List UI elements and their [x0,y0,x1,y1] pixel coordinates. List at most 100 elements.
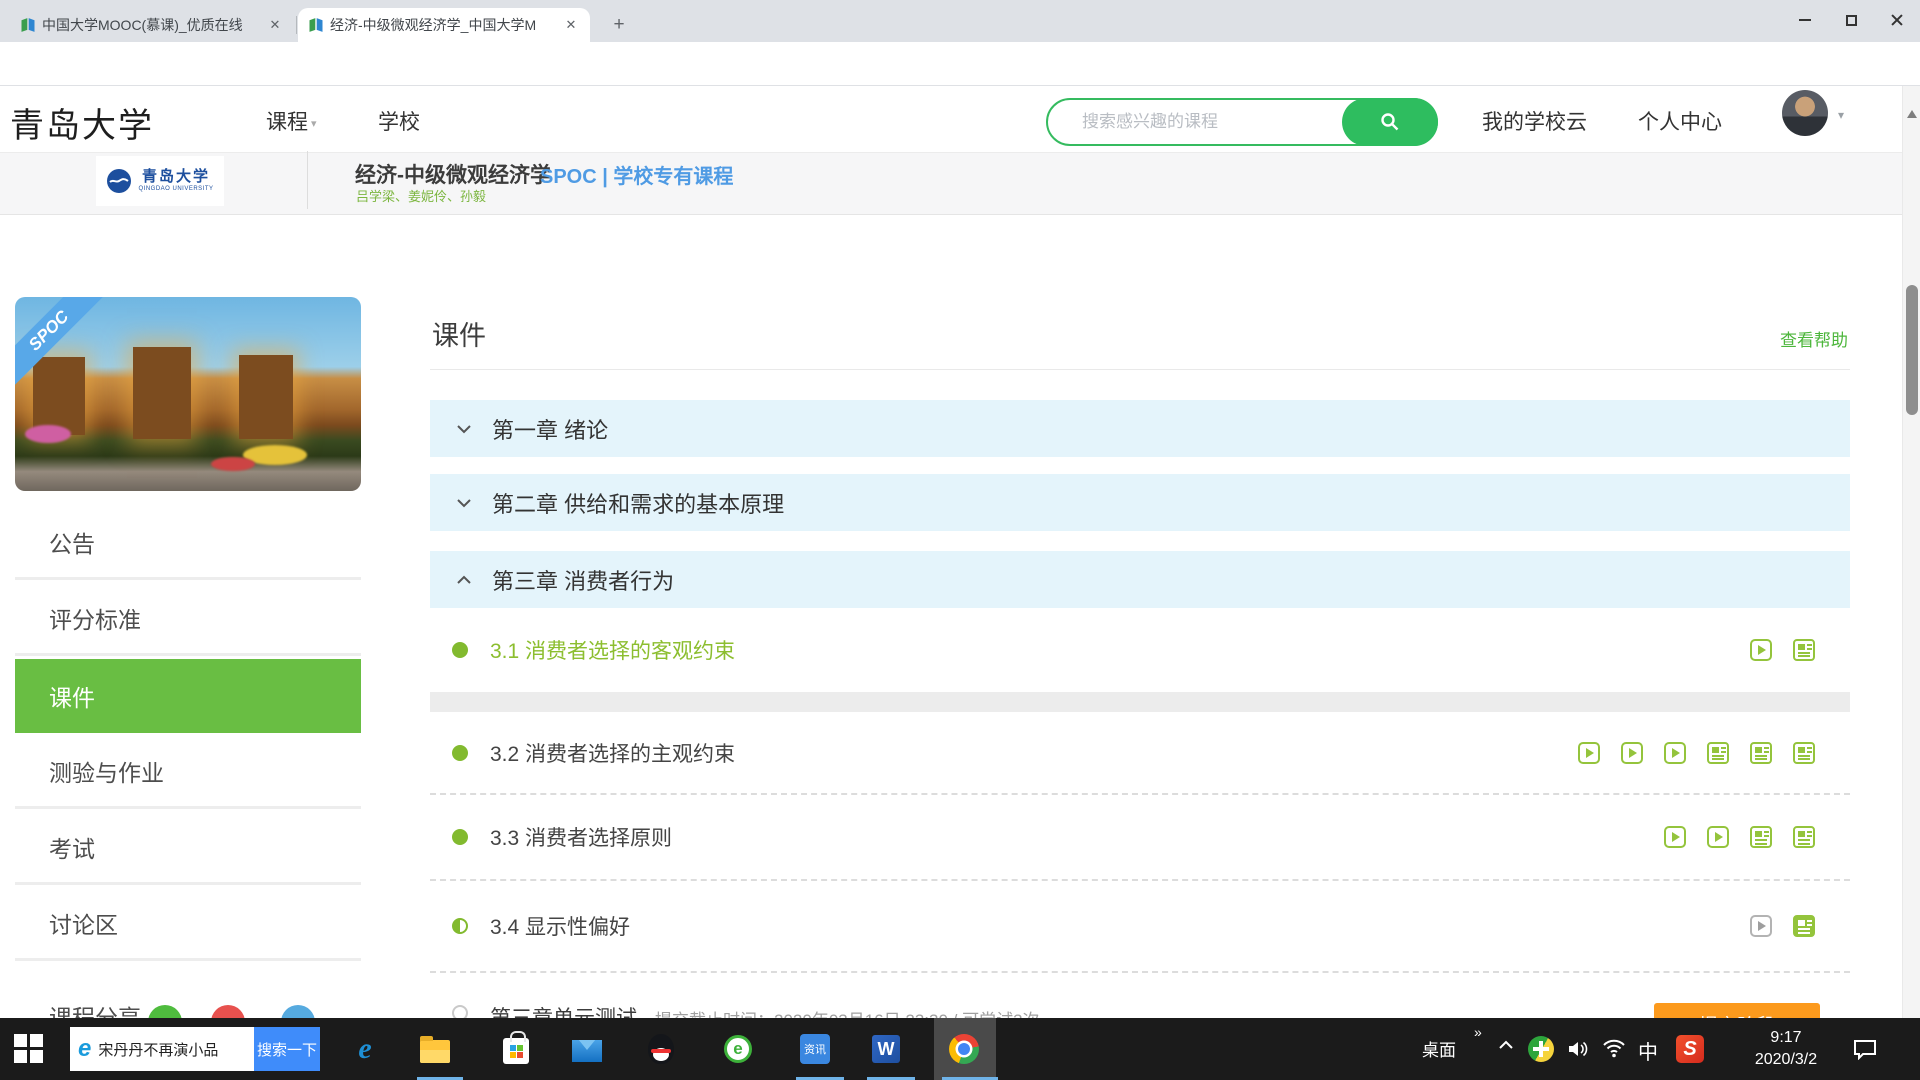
taskbar-search-box[interactable]: e 宋丹丹不再演小品 搜索一下 [70,1027,320,1071]
document-icon[interactable] [1793,742,1815,764]
tab-close-icon[interactable]: ✕ [266,16,284,34]
action-center-icon[interactable] [1852,1038,1878,1060]
scrollbar-up-arrow[interactable] [1907,110,1917,118]
ime-indicator[interactable]: 中 [1638,1036,1658,1065]
course-instructors[interactable]: 吕学梁、姜妮伶、孙毅 [356,186,486,205]
sidebar-item-label: 评分标准 [49,601,141,635]
nav-menu-schools[interactable]: 学校 [378,106,420,136]
sidebar-item-exams[interactable]: 考试 [15,812,361,885]
window-maximize-button[interactable] [1828,0,1874,40]
video-play-icon[interactable] [1707,826,1729,848]
chapter-label: 第二章 供给和需求的基本原理 [492,487,784,519]
document-icon[interactable] [1750,742,1772,764]
tab-close-icon[interactable]: ✕ [562,16,580,34]
school-logo-text: 青岛大学 QINGDAO UNIVERSITY [138,169,213,192]
progress-complete-dot [452,642,468,658]
window-minimize-button[interactable] [1782,0,1828,40]
news-app-icon[interactable]: 资讯 [800,1034,830,1064]
tray-chevron-up-icon[interactable] [1498,1040,1514,1050]
document-icon[interactable] [1793,639,1815,661]
sidebar-item-label: 讨论区 [49,906,118,940]
chrome-icon[interactable] [949,1034,979,1064]
search-input[interactable] [1082,106,1332,138]
chevron-down-icon [456,498,472,508]
lesson-row-3-4[interactable]: 3.4 显示性偏好 [430,881,1850,973]
toolbar-overflow-icon[interactable]: » [1474,1024,1482,1040]
video-play-icon[interactable] [1664,826,1686,848]
site-brand[interactable]: 青岛大学 [10,98,154,147]
maximize-icon [1846,15,1857,26]
taskbar-search-button[interactable]: 搜索一下 [254,1027,320,1071]
taskbar-search-text[interactable]: 宋丹丹不再演小品 [98,1039,254,1060]
wifi-icon[interactable] [1602,1038,1626,1058]
lesson-label[interactable]: 3.1 消费者选择的客观约束 [490,635,735,665]
school-name-cn: 青岛大学 [138,169,213,186]
sidebar-item-quizzes[interactable]: 测验与作业 [15,736,361,809]
sidebar-item-forum[interactable]: 讨论区 [15,888,361,961]
sidebar-item-label: 考试 [49,830,95,864]
microsoft-store-icon[interactable] [501,1034,531,1064]
word-glyph: W [872,1035,900,1063]
sogou-tray-icon[interactable]: S [1676,1035,1704,1063]
document-icon[interactable] [1707,742,1729,764]
desktop-toolbar[interactable]: 桌面 [1422,1036,1456,1061]
video-play-icon[interactable] [1621,742,1643,764]
video-play-icon[interactable] [1664,742,1686,764]
nav-schools-label: 学校 [378,111,420,134]
lesson-row-3-2[interactable]: 3.2 消费者选择的主观约束 [430,712,1850,795]
browser-360-icon[interactable]: e [723,1034,753,1064]
document-icon[interactable] [1793,826,1815,848]
overflow-glyph: » [1474,1024,1482,1040]
search-button[interactable] [1342,98,1438,146]
chapter-bar-1[interactable]: 第一章 绪论 [430,400,1850,457]
video-play-icon-unwatched[interactable] [1750,915,1772,937]
progress-complete-dot [452,829,468,845]
user-avatar[interactable] [1782,90,1828,136]
lesson-label[interactable]: 3.4 显示性偏好 [490,911,630,941]
video-play-icon[interactable] [1578,742,1600,764]
browser-tab-course[interactable]: 经济-中级微观经济学_中国大学M ✕ [298,8,590,42]
nav-personal-center[interactable]: 个人中心 [1638,106,1722,136]
mail-icon[interactable] [572,1034,602,1064]
lesson-resources [1664,826,1815,848]
green-e-glyph: e [724,1035,752,1063]
lesson-label[interactable]: 3.3 消费者选择原则 [490,822,672,852]
header-divider [430,369,1850,370]
start-button[interactable] [14,1034,44,1064]
view-help-link[interactable]: 查看帮助 [1780,326,1848,351]
lesson-label[interactable]: 3.2 消费者选择的主观约束 [490,738,735,768]
page-scrollbar[interactable] [1902,86,1920,1018]
browser-tab-strip: 中国大学MOOC(慕课)_优质在线 ✕ 经济-中级微观经济学_中国大学M ✕ + [0,0,1920,42]
nav-menu-courses[interactable]: 课程▾ [266,106,317,136]
lesson-row-3-1[interactable]: 3.1 消费者选择的客观约束 [430,607,1850,692]
course-type-badge[interactable]: SPOC | 学校专有课程 [540,160,733,189]
chapter-label: 第一章 绪论 [492,413,608,445]
chapter-bar-3[interactable]: 第三章 消费者行为 [430,551,1850,608]
new-tab-button[interactable]: + [606,12,632,38]
file-explorer-icon[interactable] [420,1034,450,1064]
window-close-button[interactable] [1874,0,1920,40]
avatar-chevron-down-icon[interactable]: ▾ [1838,108,1844,122]
windows-taskbar: e 宋丹丹不再演小品 搜索一下 e e 资讯 W 桌面 » 中 S 9:17 2… [0,1018,1920,1080]
antivirus-tray-icon[interactable] [1528,1036,1554,1062]
qq-icon[interactable] [646,1034,676,1064]
edge-icon[interactable]: e [350,1034,380,1064]
sidebar-item-announcements[interactable]: 公告 [15,507,361,580]
cover-flowers [211,457,255,471]
cover-pillar [133,347,191,439]
taskbar-clock[interactable]: 9:17 2020/3/2 [1738,1027,1834,1071]
video-play-icon[interactable] [1750,639,1772,661]
chapter-bar-2[interactable]: 第二章 供给和需求的基本原理 [430,474,1850,531]
sidebar-item-courseware[interactable]: 课件 [15,659,361,733]
volume-icon[interactable] [1566,1037,1590,1061]
sogou-glyph: S [1676,1035,1704,1063]
browser-tab-mooc-home[interactable]: 中国大学MOOC(慕课)_优质在线 ✕ [10,8,294,42]
document-icon[interactable] [1750,826,1772,848]
document-icon[interactable] [1793,915,1815,937]
nav-my-school-cloud[interactable]: 我的学校云 [1482,106,1587,136]
course-search [1046,98,1438,146]
scrollbar-thumb[interactable] [1906,285,1918,415]
lesson-row-3-3[interactable]: 3.3 消费者选择原则 [430,795,1850,881]
sidebar-item-grading[interactable]: 评分标准 [15,583,361,656]
word-icon[interactable]: W [871,1034,901,1064]
